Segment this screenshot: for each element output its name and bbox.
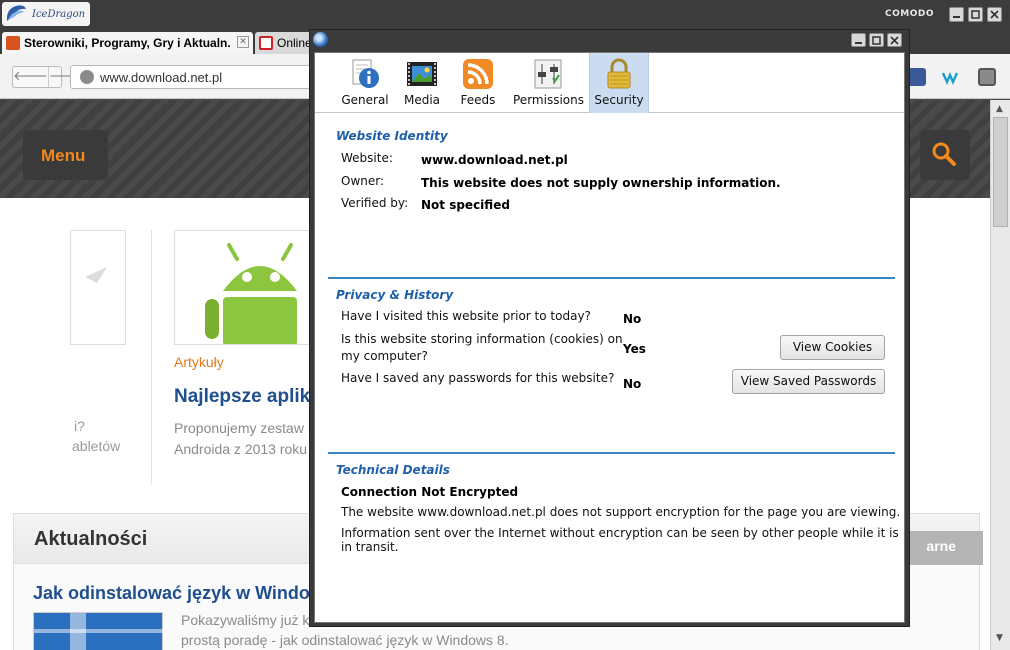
app-name: IceDragon xyxy=(32,8,86,20)
left-article-fragment: abletów xyxy=(72,438,121,454)
globe-icon xyxy=(80,70,94,84)
article-image-left[interactable] xyxy=(70,230,126,345)
media-icon xyxy=(407,62,437,86)
article-excerpt-line: Proponujemy zestaw 1 xyxy=(174,420,314,436)
tab-label: Permissions xyxy=(513,93,584,107)
tab-download-net[interactable]: Sterowniki, Programy, Gry i Aktualn... ✕ xyxy=(2,32,253,54)
verified-by-label: Verified by: xyxy=(341,196,409,210)
news-item-title[interactable]: Jak odinstalować język w Windo xyxy=(33,583,310,604)
verified-by-value: Not specified xyxy=(421,198,510,212)
section-divider xyxy=(328,277,895,279)
back-arrow-icon[interactable]: 🡐 xyxy=(13,67,49,87)
site-favicon-icon xyxy=(6,36,20,50)
tab-online[interactable]: Online xyxy=(255,32,315,54)
tab-security[interactable]: Security xyxy=(589,53,649,113)
tab-label: Feeds xyxy=(460,93,496,107)
connection-status: Connection Not Encrypted xyxy=(341,485,519,499)
privacy-history-heading: Privacy & History xyxy=(336,288,454,302)
dialog-minimize-button[interactable] xyxy=(851,33,866,47)
site-search-button[interactable] xyxy=(920,130,970,180)
info-icon xyxy=(352,59,379,88)
page-scrollbar[interactable]: ▲ ▼ xyxy=(990,100,1010,650)
address-bar[interactable]: www.download.net.pl xyxy=(70,65,320,89)
article-excerpt: Proponujemy zestaw 1 Androida z 2013 rok… xyxy=(174,418,314,460)
view-cookies-button[interactable]: View Cookies xyxy=(780,335,885,360)
news-text-line: Pokazywaliśmy już ki xyxy=(181,612,311,628)
news-item-thumbnail[interactable] xyxy=(33,612,164,650)
dialog-close-button[interactable] xyxy=(887,33,902,47)
visited-question: Have I visited this website prior to tod… xyxy=(341,309,591,323)
cookies-question: Is this website storing information (coo… xyxy=(341,332,623,346)
left-article-fragment: i? xyxy=(74,418,85,434)
minimize-button[interactable] xyxy=(949,7,964,22)
owner-label: Owner: xyxy=(341,174,385,188)
scroll-up-icon[interactable]: ▲ xyxy=(996,104,1003,114)
cookies-answer: Yes xyxy=(623,342,646,356)
permissions-icon xyxy=(534,59,562,89)
tab-permissions[interactable]: Permissions xyxy=(513,53,584,113)
passwords-answer: No xyxy=(623,377,642,391)
tab-media[interactable]: Media xyxy=(399,53,445,113)
news-heading: Aktualności xyxy=(34,528,148,550)
search-icon xyxy=(932,142,956,166)
article-excerpt-line: Androida z 2013 roku xyxy=(174,441,308,457)
tab-general[interactable]: General xyxy=(339,53,391,113)
owner-value: This website does not supply ownership i… xyxy=(421,176,781,190)
window-controls xyxy=(949,7,1002,22)
article-category[interactable]: Artykuły xyxy=(174,354,224,370)
site-menu-button[interactable]: Menu xyxy=(23,130,108,180)
scrollbar-thumb[interactable] xyxy=(993,117,1008,227)
article-title[interactable]: Najlepsze aplika xyxy=(174,386,321,408)
dialog-maximize-button[interactable] xyxy=(869,33,884,47)
facebook-icon[interactable] xyxy=(908,68,926,86)
cookies-question-cont: my computer? xyxy=(341,349,428,363)
app-menu-button[interactable]: IceDragon xyxy=(2,2,90,26)
tab-label: Security xyxy=(594,93,644,107)
tab-feeds[interactable]: Feeds xyxy=(455,53,501,113)
view-saved-passwords-button[interactable]: View Saved Passwords xyxy=(732,369,885,394)
tab-label: Media xyxy=(403,93,441,107)
title-bar: IceDragon COMODO xyxy=(0,0,1010,30)
article-image-android[interactable] xyxy=(174,230,314,345)
tab-title: Sterowniki, Programy, Gry i Aktualn... xyxy=(24,36,230,50)
encryption-detail-line: Information sent over the Internet witho… xyxy=(341,526,899,554)
address-text: www.download.net.pl xyxy=(100,69,223,85)
visited-answer: No xyxy=(623,312,642,326)
online-favicon-icon xyxy=(259,36,273,50)
news-more-label: arne xyxy=(926,538,956,554)
maximize-button[interactable] xyxy=(968,7,983,22)
passwords-question: Have I saved any passwords for this webs… xyxy=(341,371,615,385)
news-more-button[interactable]: arne xyxy=(907,531,983,565)
section-divider xyxy=(328,452,895,454)
padlock-icon xyxy=(607,58,631,89)
page-info-toolbar: General Media Feeds Permissions Security xyxy=(315,53,904,113)
website-label: Website: xyxy=(341,151,393,165)
wiki-icon[interactable] xyxy=(941,68,959,86)
rss-icon xyxy=(463,59,493,89)
website-identity-heading: Website Identity xyxy=(336,129,448,143)
vendor-label: COMODO xyxy=(885,9,934,19)
encryption-detail-line: The website www.download.net.pl does not… xyxy=(341,505,901,519)
dialog-window-controls xyxy=(851,33,902,47)
dialog-app-icon xyxy=(313,32,328,47)
website-value: www.download.net.pl xyxy=(421,153,568,167)
close-button[interactable] xyxy=(987,7,1002,22)
page-info-dialog: General Media Feeds Permissions Security… xyxy=(309,29,910,627)
technical-details-heading: Technical Details xyxy=(336,463,450,477)
tab-title: Online xyxy=(277,36,312,50)
back-forward-buttons: 🡐 🡒 xyxy=(12,66,84,88)
tab-close-icon[interactable]: ✕ xyxy=(237,36,249,48)
tab-label: General xyxy=(341,93,389,107)
column-divider xyxy=(151,230,152,485)
news-text-line: prostą poradę - jak odinstalować język w… xyxy=(181,632,509,648)
scroll-down-icon[interactable]: ▼ xyxy=(996,633,1003,643)
icedragon-logo-icon xyxy=(4,3,28,25)
screenshot-icon[interactable] xyxy=(978,68,996,86)
dialog-body: General Media Feeds Permissions Security… xyxy=(314,52,905,623)
site-menu-label: Menu xyxy=(41,146,86,165)
android-icon xyxy=(205,243,297,344)
